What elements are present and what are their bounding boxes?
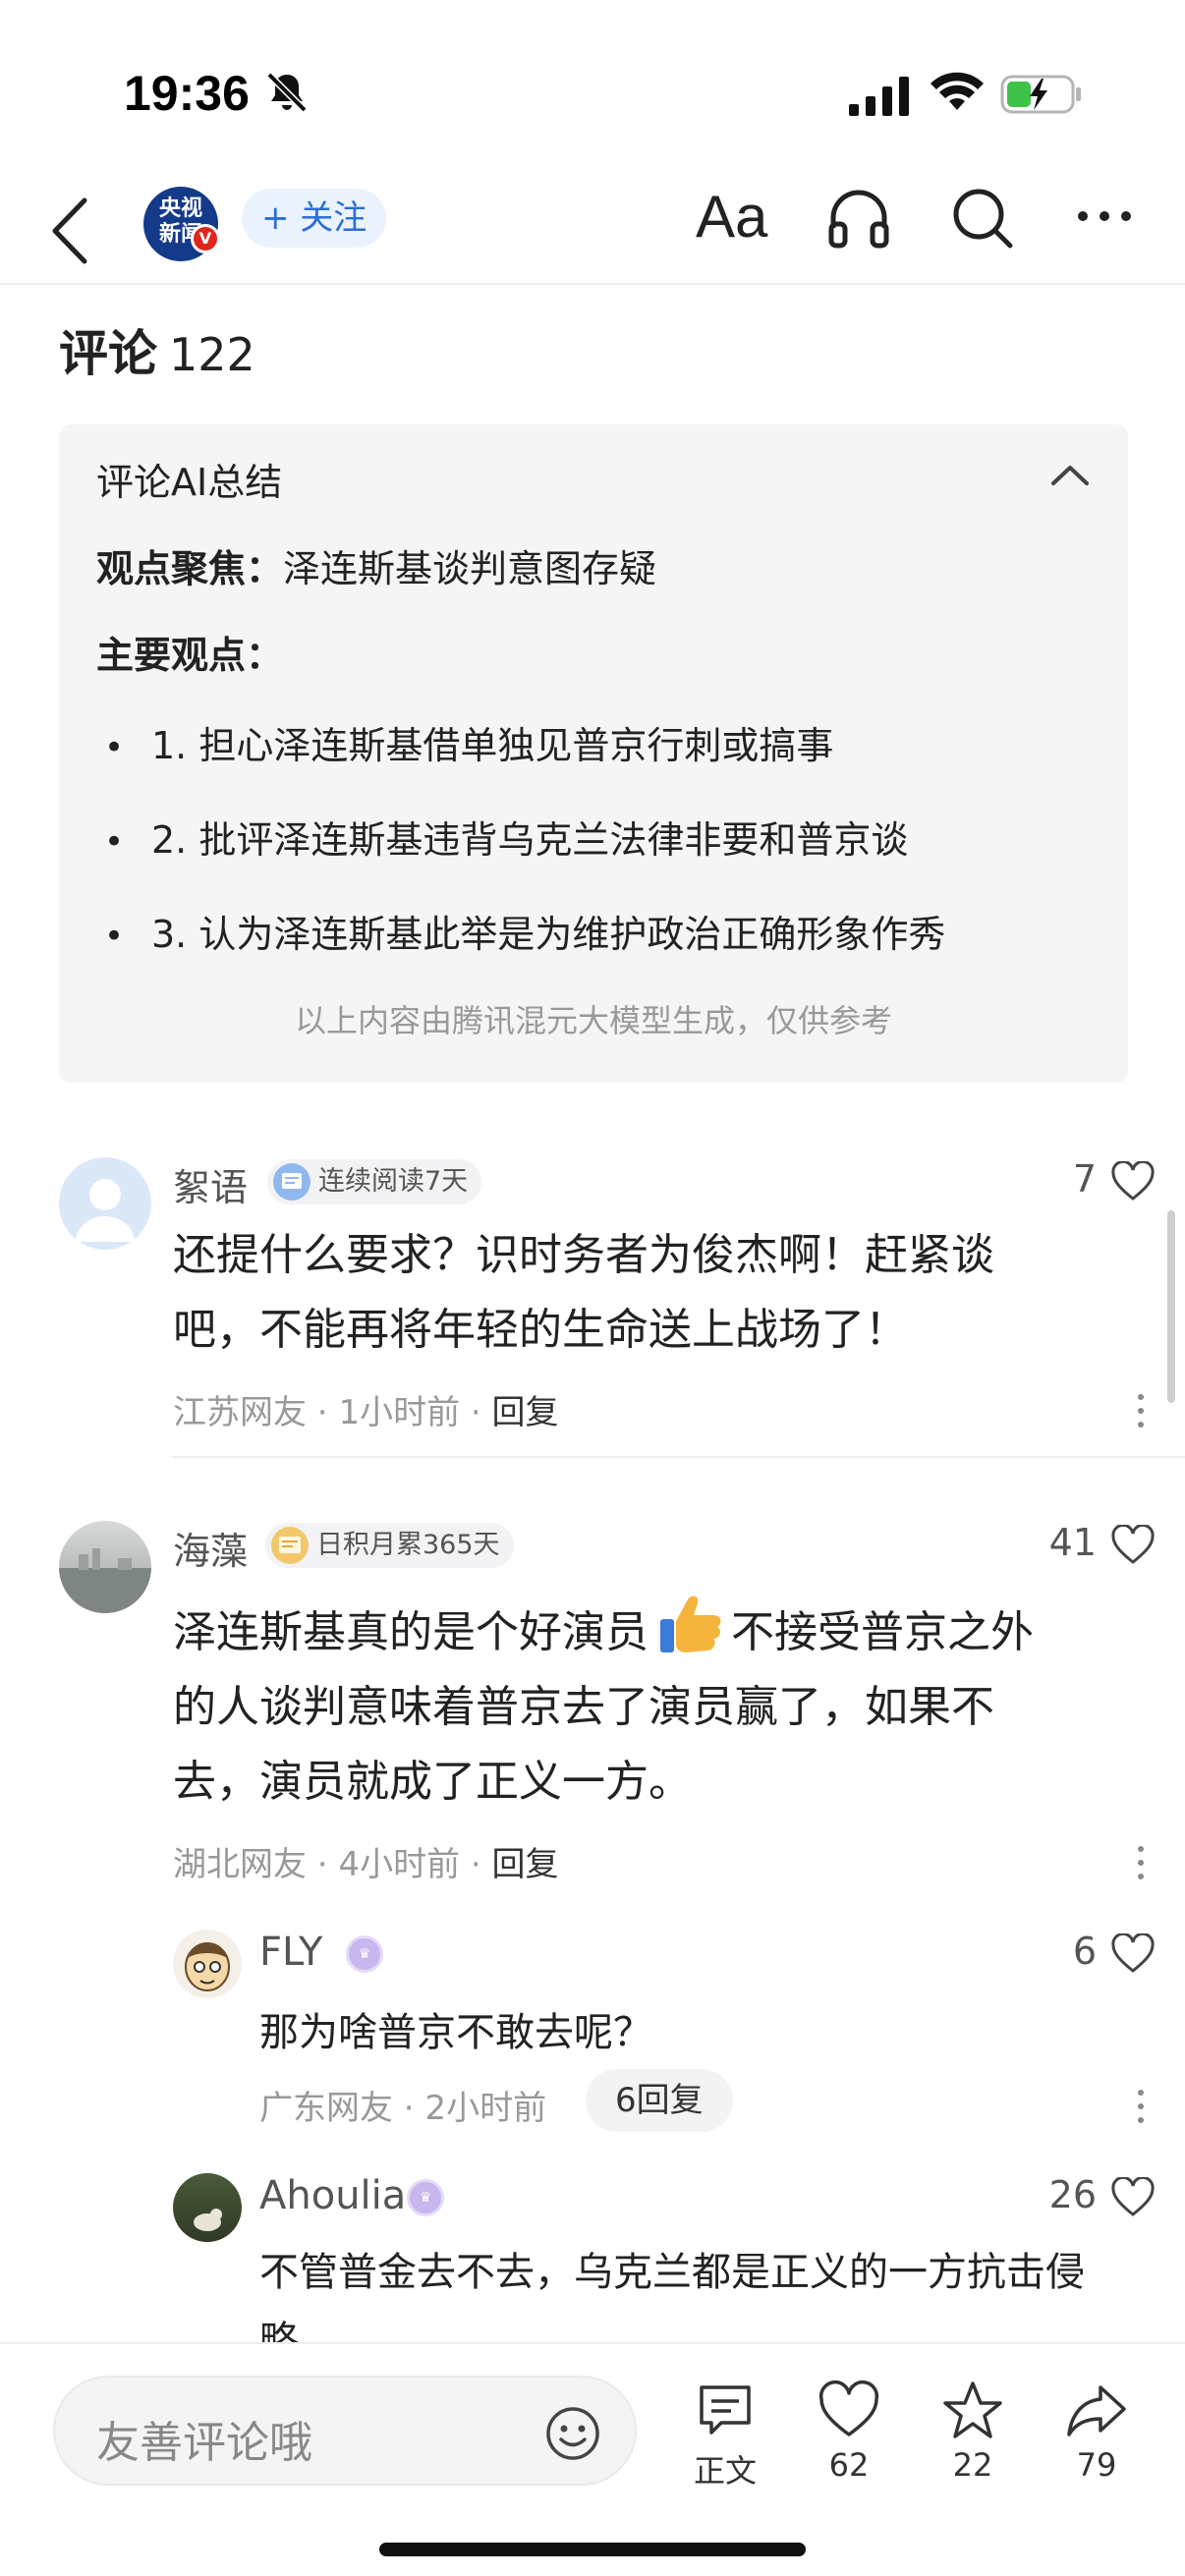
avatar-photo bbox=[194, 2209, 222, 2231]
star-icon bbox=[943, 2381, 1002, 2438]
reply-text: 不管普金去不去，乌克兰都是正义的一方抗击侵 略 bbox=[259, 2250, 1085, 2342]
favorite-button[interactable]: 22 bbox=[924, 2380, 1022, 2484]
focus-label: 观点聚焦： bbox=[96, 547, 284, 590]
reply-text: 那为啥普京不敢去呢？ bbox=[259, 2010, 652, 2055]
chevron-up-icon[interactable] bbox=[1047, 460, 1093, 489]
comment-meta: 江苏网友 · 1小时前 · 回复 bbox=[173, 1393, 559, 1432]
more-options-icon[interactable] bbox=[1075, 206, 1134, 226]
comment-text: 泽连斯基真的是个好演员 不接受普京之外 的人谈判意味着普京去了演员赢了，如果不 … bbox=[173, 1590, 1116, 1820]
avatar[interactable] bbox=[173, 1930, 242, 1998]
heart-icon[interactable] bbox=[1110, 1525, 1156, 1566]
reading-streak-badge: 日积月累365天 bbox=[265, 1523, 514, 1568]
scroll-indicator[interactable] bbox=[1167, 1210, 1175, 1403]
comments-count: 122 bbox=[169, 328, 255, 381]
like-count: 26 bbox=[1048, 2173, 1097, 2216]
heart-icon[interactable] bbox=[1110, 1933, 1156, 1975]
comments-header: 评论 122 bbox=[59, 314, 255, 385]
view-replies-button[interactable]: 6回复 bbox=[586, 2069, 733, 2132]
cellular-signal-icon bbox=[849, 77, 909, 116]
back-icon[interactable] bbox=[39, 187, 98, 275]
like-count: 7 bbox=[1072, 1157, 1097, 1201]
reply-time: 2小时前 bbox=[424, 2089, 547, 2128]
like-count: 41 bbox=[1048, 1521, 1097, 1564]
share-button[interactable]: 79 bbox=[1047, 2380, 1146, 2484]
reading-streak-badge: 连续阅读7天 bbox=[267, 1159, 482, 1204]
comment-input-placeholder: 友善评论哦 bbox=[96, 2418, 312, 2468]
reply-button[interactable]: 回复 bbox=[492, 1393, 559, 1432]
summary-point: • 2. 批评泽连斯基违背乌克兰法律非要和普京谈 bbox=[104, 818, 909, 862]
verified-badge: V bbox=[191, 224, 220, 253]
heart-icon bbox=[818, 2380, 879, 2436]
comment-item: 絮语 连续阅读7天 7 还提什么要求？识时务者为俊杰啊！赶紧谈 吧，不能再将年轻… bbox=[0, 1155, 1185, 1450]
heart-icon[interactable] bbox=[1110, 1161, 1156, 1203]
comment-time: 4小时前 bbox=[338, 1845, 461, 1884]
heart-icon[interactable] bbox=[1110, 2177, 1156, 2218]
battery-charging-icon bbox=[1000, 75, 1081, 114]
status-time: 19:36 bbox=[124, 66, 250, 121]
article-body-label: 正文 bbox=[693, 2452, 757, 2490]
reply-meta: 广东网友 · 2小时前 bbox=[259, 2089, 547, 2128]
follow-button[interactable]: + 关注 bbox=[242, 189, 387, 248]
reply-location: 广东网友 bbox=[259, 2089, 393, 2128]
reply-item: FLY ♛ 6 那为啥普京不敢去呢？ 广东网友 · 2小时前 6回复 bbox=[0, 1928, 1185, 2144]
comment-time: 1小时前 bbox=[338, 1393, 461, 1432]
main-points-label: 主要观点： bbox=[96, 634, 284, 677]
share-count: 79 bbox=[1076, 2446, 1117, 2484]
article-nav-bar: 央视 新闻 V + 关注 Aa bbox=[0, 177, 1185, 285]
comment-username[interactable]: 海藻 bbox=[173, 1521, 248, 1575]
reading-badge-icon bbox=[271, 1527, 309, 1564]
reply-username[interactable]: FLY bbox=[259, 1930, 322, 1975]
comment-location: 湖北网友 bbox=[173, 1845, 307, 1884]
comment-input[interactable]: 友善评论哦 bbox=[53, 2376, 637, 2486]
reply-item: Ahoulia ♛ 26 不管普金去不去，乌克兰都是正义的一方抗击侵 略 bbox=[0, 2171, 1185, 2342]
reply-username[interactable]: Ahoulia bbox=[259, 2173, 406, 2218]
ai-summary-card: 评论AI总结 观点聚焦：泽连斯基谈判意图存疑 主要观点： • 1. 担心泽连斯基借… bbox=[59, 424, 1128, 1083]
thumbs-up-emoji-icon bbox=[660, 1596, 721, 1652]
like-button[interactable]: 62 bbox=[800, 2380, 898, 2484]
avatar[interactable] bbox=[59, 1521, 151, 1613]
comment-text: 还提什么要求？识时务者为俊杰啊！赶紧谈 吧，不能再将年轻的生命送上战场了！ bbox=[173, 1230, 994, 1355]
like-count: 6 bbox=[1072, 1930, 1097, 1973]
emoji-icon[interactable] bbox=[544, 2405, 601, 2462]
reading-badge-icon bbox=[273, 1163, 310, 1201]
comment-username[interactable]: 絮语 bbox=[173, 1157, 248, 1211]
cartoon-avatar bbox=[185, 1942, 230, 1991]
comment-bubble-icon bbox=[700, 2385, 751, 2435]
like-count: 62 bbox=[828, 2446, 870, 2484]
avatar[interactable] bbox=[59, 1157, 151, 1250]
favorite-count: 22 bbox=[952, 2446, 993, 2484]
share-arrow-icon bbox=[1067, 2385, 1126, 2436]
more-vertical-icon[interactable] bbox=[1136, 1391, 1146, 1430]
reply-button[interactable]: 回复 bbox=[492, 1845, 559, 1884]
summary-point: • 3. 认为泽连斯基此举是为维护政治正确形象作秀 bbox=[104, 913, 946, 956]
article-body-button[interactable]: 正文 bbox=[676, 2380, 774, 2492]
comment-meta: 湖北网友 · 4小时前 · 回复 bbox=[173, 1845, 559, 1884]
comments-title: 评论 bbox=[59, 325, 157, 382]
ai-summary-title: 评论AI总结 bbox=[96, 461, 283, 504]
more-vertical-icon[interactable] bbox=[1136, 1843, 1146, 1882]
avatar-photo bbox=[59, 1548, 151, 1613]
ai-disclaimer: 以上内容由腾讯混元大模型生成，仅供参考 bbox=[294, 1002, 892, 1039]
default-user-icon bbox=[76, 1179, 135, 1242]
status-bar: 19:36 bbox=[0, 0, 1185, 177]
ai-summary-focus: 观点聚焦：泽连斯基谈判意图存疑 bbox=[96, 538, 656, 592]
focus-text: 泽连斯基谈判意图存疑 bbox=[283, 547, 657, 590]
font-size-button[interactable]: Aa bbox=[696, 183, 767, 251]
home-indicator[interactable] bbox=[379, 2543, 806, 2556]
divider bbox=[172, 1456, 1185, 1458]
wifi-icon bbox=[931, 72, 984, 110]
comment-item: 海藻 日积月累365天 41 泽连斯基真的是个好演员 不接受普京之外 的人谈判意… bbox=[0, 1519, 1185, 1902]
headphones-icon[interactable] bbox=[825, 185, 892, 252]
comment-location: 江苏网友 bbox=[173, 1393, 307, 1432]
search-icon[interactable] bbox=[949, 185, 1014, 250]
avatar[interactable] bbox=[173, 2173, 242, 2242]
bell-muted-icon bbox=[266, 72, 308, 113]
bottom-action-bar: 友善评论哦 正文 62 22 79 bbox=[0, 2342, 1185, 2576]
more-vertical-icon[interactable] bbox=[1136, 2087, 1146, 2126]
user-level-badge: ♛ bbox=[346, 1935, 383, 1973]
summary-point: • 1. 担心泽连斯基借单独见普京行刺或搞事 bbox=[104, 724, 834, 767]
user-level-badge: ♛ bbox=[407, 2179, 444, 2216]
